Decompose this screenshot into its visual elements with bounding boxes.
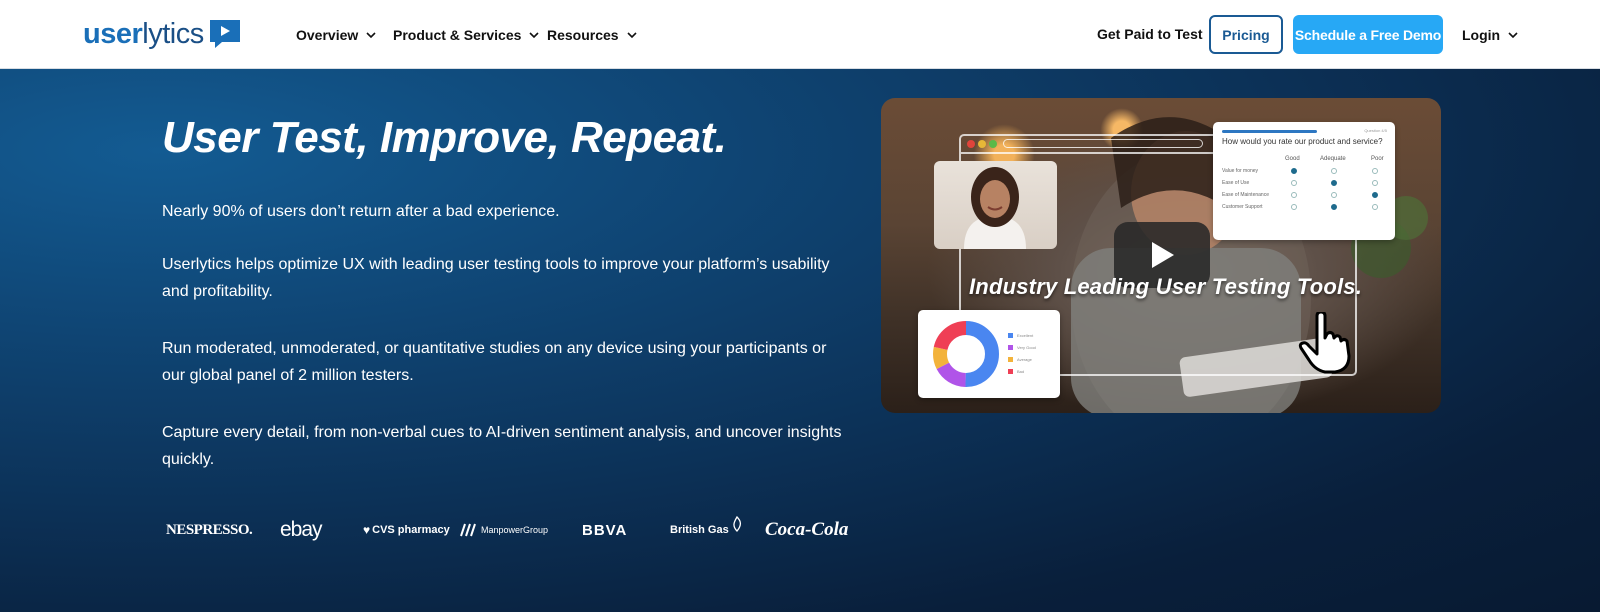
hero-title: User Test, Improve, Repeat.: [162, 113, 727, 162]
radio-option: [1372, 168, 1378, 174]
radio-option: [1372, 192, 1378, 198]
british-gas-logo: British Gas: [670, 515, 743, 545]
manpower-mark-icon: [460, 523, 476, 537]
hero-paragraph-4: Capture every detail, from non-verbal cu…: [162, 424, 842, 468]
video-caption: Industry Leading User Testing Tools.: [969, 274, 1363, 299]
product-video[interactable]: Question 4/5 How would you rate our prod…: [881, 98, 1441, 413]
donut-chart-card: Excellent Very Good Average Bad: [918, 310, 1060, 398]
nav-resources-label: Resources: [547, 27, 619, 43]
radio-option: [1291, 180, 1297, 186]
cvs-pharmacy-logo: ♥ CVS pharmacy: [363, 523, 450, 537]
window-close-dot: [967, 140, 975, 148]
window-minimize-dot: [978, 140, 986, 148]
address-bar: [1003, 139, 1203, 148]
radio-option: [1291, 168, 1297, 174]
radio-option: [1331, 192, 1337, 198]
nav-resources[interactable]: Resources: [547, 26, 638, 44]
nav-overview-label: Overview: [296, 27, 359, 43]
schedule-demo-button[interactable]: Schedule a Free Demo: [1293, 15, 1443, 54]
play-icon: [1152, 242, 1174, 268]
logo-wordmark: userlytics: [83, 18, 204, 50]
coca-cola-logo: Coca-Cola: [765, 519, 849, 540]
chevron-down-icon: [1508, 32, 1518, 39]
pricing-button[interactable]: Pricing: [1209, 15, 1283, 54]
hero-paragraph-1: Nearly 90% of users don’t return after a…: [162, 203, 560, 220]
nav-product-services[interactable]: Product & Services: [393, 26, 540, 44]
ebay-logo: ebay: [280, 518, 323, 541]
login-menu[interactable]: Login: [1462, 26, 1519, 44]
chevron-down-icon: [529, 32, 539, 39]
nav-product-services-label: Product & Services: [393, 27, 522, 43]
client-logo-strip: NESPRESSO. ebay ♥ CVS pharmacy ManpowerG…: [162, 515, 848, 545]
get-paid-to-test-link[interactable]: Get Paid to Test: [1097, 26, 1203, 42]
login-label: Login: [1462, 27, 1501, 43]
flame-icon: [733, 516, 741, 532]
window-maximize-dot: [989, 140, 997, 148]
hero-paragraph-2: Userlytics helps optimize UX with leadin…: [162, 256, 830, 300]
radio-option: [1372, 204, 1378, 210]
manpowergroup-logo: ManpowerGroup: [460, 515, 548, 545]
radio-option: [1372, 180, 1378, 186]
logo-play-icon: [208, 18, 242, 50]
radio-option: [1291, 192, 1297, 198]
chevron-down-icon: [366, 32, 376, 39]
nav-overview[interactable]: Overview: [296, 26, 377, 44]
chevron-down-icon: [627, 32, 637, 39]
userlytics-logo[interactable]: userlytics: [83, 17, 242, 51]
bbva-logo: BBVA: [582, 521, 628, 539]
survey-rating-card: Question 4/5 How would you rate our prod…: [1213, 122, 1395, 240]
hero-paragraph-3: Run moderated, unmoderated, or quantitat…: [162, 340, 827, 384]
heart-icon: ♥: [363, 523, 371, 537]
pointer-hand-icon: [1298, 312, 1351, 374]
participant-webcam-thumbnail: [934, 161, 1057, 249]
nespresso-logo: NESPRESSO.: [166, 521, 253, 538]
radio-option: [1331, 204, 1337, 210]
radio-option: [1291, 204, 1297, 210]
radio-option: [1331, 168, 1337, 174]
top-navigation-bar: userlytics Overview Product & Services R…: [0, 0, 1600, 69]
donut-chart: [933, 321, 999, 387]
radio-option: [1331, 180, 1337, 186]
